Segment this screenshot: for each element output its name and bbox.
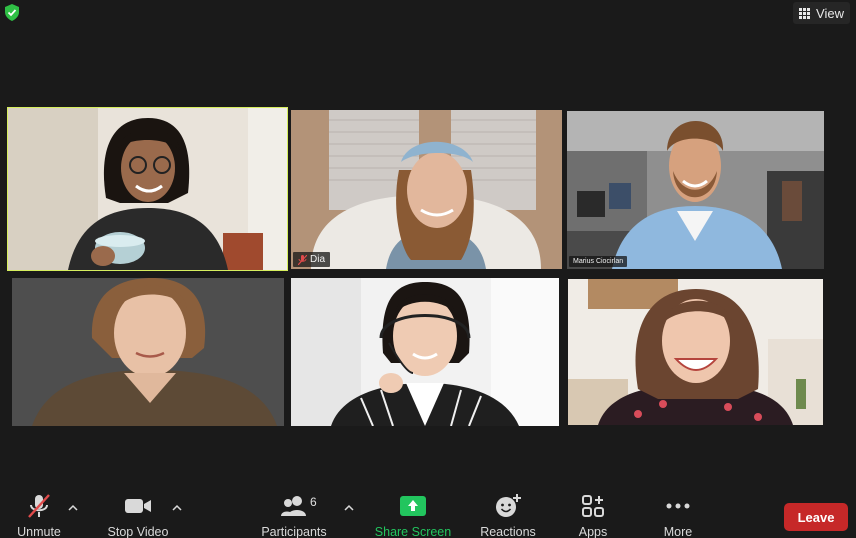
- video-tile-participant-4[interactable]: [12, 278, 284, 426]
- apps-icon: [582, 495, 604, 517]
- unmute-label: Unmute: [17, 525, 61, 538]
- participant-name-tag: Dia: [293, 252, 331, 267]
- participants-count: 6: [310, 495, 317, 509]
- more-button[interactable]: More: [658, 488, 698, 538]
- video-tile-dia[interactable]: Dia: [291, 110, 562, 269]
- reactions-smiley-icon: [496, 494, 521, 517]
- participant-video: [291, 110, 562, 269]
- participant-video: [567, 111, 824, 269]
- apps-button[interactable]: Apps: [574, 488, 612, 538]
- stop-video-button[interactable]: Stop Video: [104, 488, 172, 538]
- video-camera-icon: [125, 499, 151, 513]
- meeting-toolbar: Unmute Stop Video 6 Participants Share S…: [0, 486, 856, 538]
- unmute-button[interactable]: Unmute: [14, 488, 64, 538]
- security-shield-icon[interactable]: [4, 4, 20, 21]
- reactions-label: Reactions: [480, 525, 536, 538]
- view-label: View: [816, 5, 844, 21]
- video-tile-marius[interactable]: Marius Ciocirlan: [567, 111, 824, 269]
- share-screen-icon: [400, 496, 426, 516]
- video-options-caret-icon[interactable]: [172, 504, 182, 512]
- muted-mic-icon: [298, 254, 307, 265]
- grid-icon: [799, 7, 811, 19]
- participant-name-tag: Marius Ciocirlan: [569, 256, 628, 267]
- view-button[interactable]: View: [793, 2, 850, 24]
- video-tile-participant-5[interactable]: [291, 278, 559, 426]
- leave-button[interactable]: Leave: [784, 503, 848, 531]
- video-tile-participant-6[interactable]: [568, 279, 823, 425]
- share-screen-label: Share Screen: [374, 525, 452, 538]
- participant-video: [12, 278, 284, 426]
- participants-button[interactable]: 6 Participants: [258, 488, 330, 538]
- share-screen-button[interactable]: Share Screen: [374, 488, 452, 538]
- muted-mic-icon: [28, 494, 50, 518]
- participant-name: Dia: [310, 254, 326, 265]
- participants-label: Participants: [261, 525, 327, 538]
- stop-video-label: Stop Video: [107, 525, 169, 538]
- participant-video: [568, 279, 823, 425]
- participants-options-caret-icon[interactable]: [344, 504, 354, 512]
- participant-name: Marius Ciocirlan: [573, 258, 624, 265]
- participant-video: [291, 278, 559, 426]
- apps-label: Apps: [578, 525, 608, 538]
- audio-options-caret-icon[interactable]: [68, 504, 78, 512]
- participant-video: [8, 108, 287, 270]
- more-dots-icon: [666, 503, 690, 509]
- participants-icon: [281, 496, 306, 516]
- reactions-button[interactable]: Reactions: [478, 488, 538, 538]
- video-tile-active-speaker[interactable]: [7, 107, 288, 271]
- more-label: More: [663, 525, 693, 538]
